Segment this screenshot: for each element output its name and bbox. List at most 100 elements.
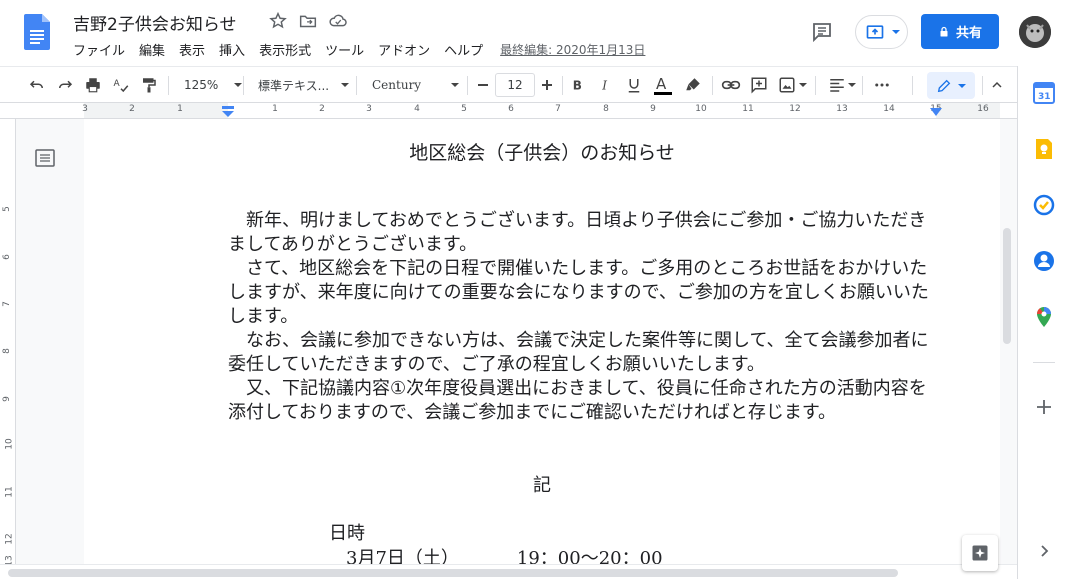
vruler-label: 12: [4, 533, 15, 545]
insert-image-button[interactable]: [776, 73, 808, 97]
chevron-down-icon: [848, 83, 856, 87]
more-options-button[interactable]: [871, 73, 893, 97]
menu-tools[interactable]: ツール: [318, 39, 371, 60]
increase-font-size-button[interactable]: [537, 73, 557, 97]
redo-button[interactable]: [54, 73, 76, 97]
tasks-icon[interactable]: [1033, 194, 1055, 216]
spellcheck-button[interactable]: A: [110, 73, 132, 97]
star-icon[interactable]: [267, 10, 289, 32]
paragraph[interactable]: さて、地区総会を下記の日程で開催いたします。ご多用のところお世話をおかけいたしま…: [228, 257, 930, 329]
ki-label[interactable]: 記: [84, 471, 1000, 497]
vruler-label: 9: [1, 396, 12, 402]
paint-format-button[interactable]: [138, 73, 160, 97]
calendar-icon[interactable]: 31: [1033, 82, 1055, 104]
decrease-font-size-button[interactable]: [473, 73, 493, 97]
present-button[interactable]: [855, 15, 908, 49]
toolbar-separator: [982, 76, 983, 95]
document-canvas[interactable]: 地区総会（子供会）のお知らせ 新年、明けましておめでとうございます。日頃より子供…: [16, 119, 1000, 564]
share-button[interactable]: 共有: [921, 14, 999, 49]
menu-help[interactable]: ヘルプ: [437, 39, 490, 60]
toolbar: A 125% 標準テキス... Century 12 B I A: [0, 66, 1017, 103]
menu-view[interactable]: 表示: [172, 39, 212, 60]
ruler-margin-right: [936, 103, 1000, 118]
chevron-down-icon: [798, 83, 807, 87]
docs-logo-icon[interactable]: [24, 14, 50, 50]
hide-menus-button[interactable]: [986, 73, 1008, 97]
vruler-label: 8: [1, 348, 12, 354]
undo-icon: [29, 80, 43, 89]
menu-edit[interactable]: 編集: [132, 39, 172, 60]
chevron-right-icon[interactable]: [1033, 540, 1055, 562]
title-bar: 吉野2子供会お知らせ ファイル 編集 表示 挿入 表示形式 ツール アドオン ヘ…: [0, 0, 1070, 66]
zoom-select[interactable]: 125%: [184, 73, 243, 97]
redo-icon: [59, 80, 73, 89]
bold-button[interactable]: B: [568, 73, 588, 97]
highlighter-icon: [686, 78, 700, 91]
keep-icon[interactable]: [1033, 138, 1055, 160]
document-body[interactable]: 新年、明けましておめでとうございます。日頃より子供会にご参加・ご協力いただきまし…: [228, 209, 930, 425]
avatar[interactable]: [1019, 16, 1051, 48]
menu-file[interactable]: ファイル: [66, 39, 132, 60]
undo-button[interactable]: [26, 73, 48, 97]
toolbar-separator: [467, 76, 468, 95]
text-color-button[interactable]: A: [652, 73, 674, 97]
font-select[interactable]: Century: [372, 73, 460, 97]
cloud-saved-icon[interactable]: [327, 10, 349, 32]
insert-link-button[interactable]: [720, 73, 742, 97]
menu-format[interactable]: 表示形式: [252, 39, 318, 60]
add-comment-icon: [751, 77, 767, 94]
datetime-label[interactable]: 日時: [329, 519, 365, 545]
vertical-ruler: 5 6 7 8 9 10 11 12 13: [0, 119, 16, 567]
menu-insert[interactable]: 挿入: [212, 39, 252, 60]
ruler-label: 12: [789, 104, 801, 114]
paragraph[interactable]: なお、会議に参加できない方は、会議で決定した案件等に関して、全て会議参加者に委任…: [228, 329, 930, 377]
vertical-scrollbar[interactable]: [1003, 228, 1011, 344]
maps-icon[interactable]: [1033, 306, 1055, 328]
horizontal-scrollbar[interactable]: [8, 569, 898, 577]
editing-mode-button[interactable]: [927, 72, 975, 99]
ruler-label: 10: [695, 104, 707, 114]
indent-marker-icon[interactable]: [222, 106, 234, 118]
font-size-value: 12: [507, 78, 523, 92]
underline-button[interactable]: [624, 73, 644, 97]
svg-text:A: A: [656, 75, 667, 93]
present-icon: [866, 25, 884, 39]
chevron-down-icon: [341, 83, 350, 87]
paragraph[interactable]: 新年、明けましておめでとうございます。日頃より子供会にご参加・ご協力いただきまし…: [228, 209, 930, 257]
contacts-icon[interactable]: [1033, 250, 1055, 272]
last-edit-link[interactable]: 最終編集: 2020年1月13日: [500, 41, 645, 58]
font-value: Century: [372, 78, 422, 92]
paragraph-style-select[interactable]: 標準テキス...: [258, 73, 350, 97]
vruler-label: 7: [1, 301, 12, 307]
italic-button[interactable]: I: [596, 73, 616, 97]
document-heading[interactable]: 地区総会（子供会）のお知らせ: [84, 138, 1000, 165]
move-folder-icon[interactable]: [297, 10, 319, 32]
document-page[interactable]: 地区総会（子供会）のお知らせ 新年、明けましておめでとうございます。日頃より子供…: [84, 119, 1000, 564]
document-outline-icon[interactable]: [35, 149, 55, 167]
print-button[interactable]: [82, 73, 104, 97]
explore-button[interactable]: [962, 535, 998, 571]
align-button[interactable]: [826, 73, 858, 97]
ruler-label: 7: [555, 104, 561, 114]
add-icon[interactable]: [1033, 396, 1055, 418]
document-title[interactable]: 吉野2子供会お知らせ: [73, 10, 236, 35]
font-size-input[interactable]: 12: [495, 73, 535, 97]
vruler-label: 5: [1, 206, 12, 212]
ruler-label: 9: [650, 104, 656, 114]
highlight-color-button[interactable]: [682, 73, 704, 97]
comment-history-icon[interactable]: [810, 20, 834, 44]
ruler-label: 8: [603, 104, 609, 114]
spellcheck-icon: A: [114, 79, 129, 93]
ruler-label: 3: [82, 104, 88, 114]
ruler-label: 2: [129, 104, 135, 114]
date-time-line[interactable]: 3月7日（土） 19：00～20：00: [346, 544, 721, 564]
toolbar-separator: [562, 76, 563, 95]
vruler-label: 11: [4, 486, 15, 498]
ruler-label: 3: [366, 104, 372, 114]
paragraph[interactable]: 又、下記協議内容①次年度役員選出におきまして、役員に任命された方の活動内容を添付…: [228, 377, 930, 425]
right-indent-marker-icon[interactable]: [930, 108, 942, 118]
horizontal-ruler[interactable]: 3 2 1 1 2 3 4 5 6 7 8 9 10 11 12 13 14 1…: [0, 103, 1017, 119]
menu-addons[interactable]: アドオン: [371, 39, 437, 60]
explore-sparkle-icon: [972, 545, 988, 561]
insert-comment-button[interactable]: [748, 73, 770, 97]
